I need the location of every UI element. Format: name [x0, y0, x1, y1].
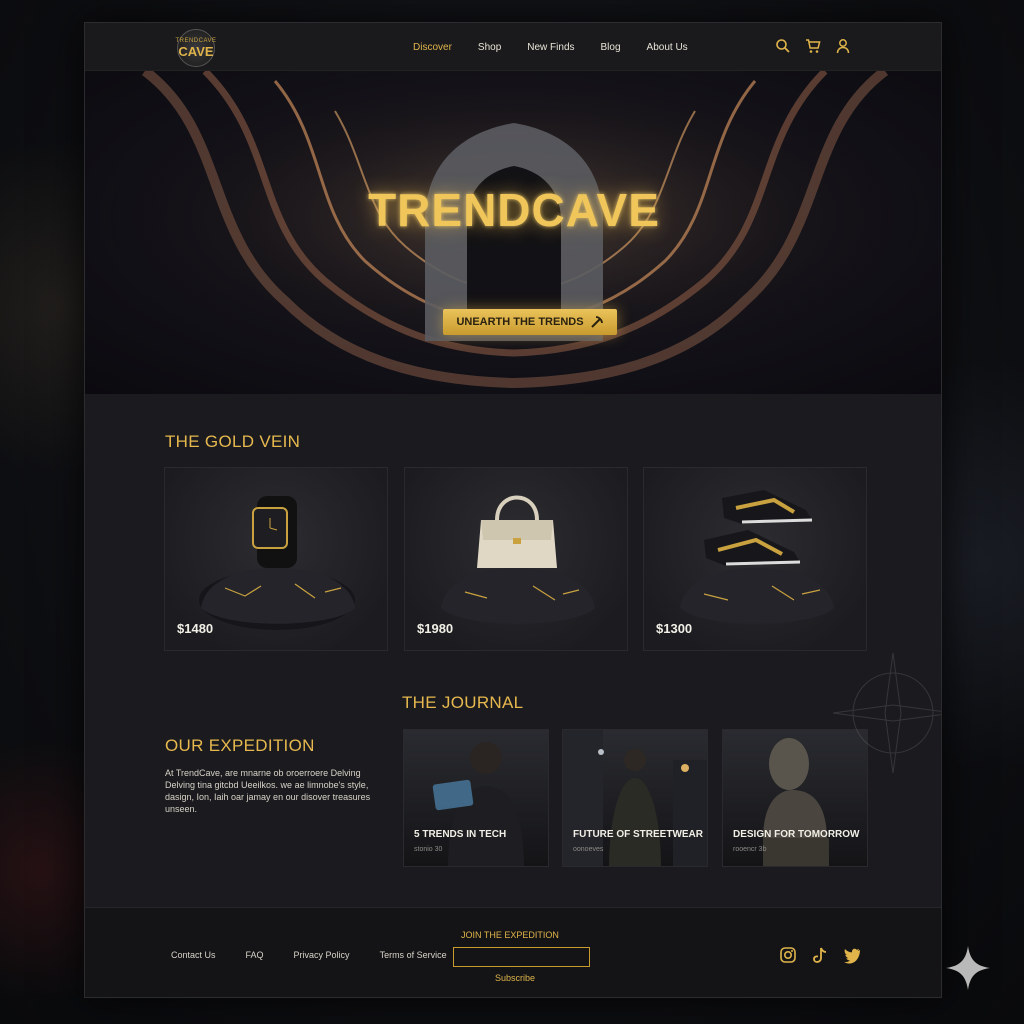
journal-title: THE JOURNAL [402, 693, 524, 712]
sparkle-icon [946, 946, 990, 990]
newsletter-email-input[interactable] [453, 947, 590, 967]
product-card-watch[interactable]: $1480 [164, 467, 388, 651]
main-nav: Discover Shop New Finds Blog About Us [413, 23, 714, 71]
expedition-text: At TrendCave, are mnarne ob oroerroere D… [165, 768, 371, 814]
product-price: $1980 [417, 621, 454, 636]
subscribe-button[interactable]: Subscribe [495, 973, 535, 983]
join-expedition-label: JOIN THE EXPEDITION [461, 930, 559, 940]
article-title: 5 TRENDS IN TECH [414, 829, 507, 840]
hero-banner: TRENDCAVE UNEARTH THE TRENDS [85, 71, 941, 394]
footer-link-privacy[interactable]: Privacy Policy [294, 950, 350, 960]
nav-blog[interactable]: Blog [601, 42, 621, 53]
article-subtitle: rooencr 3b [733, 846, 767, 853]
pickaxe-icon [590, 316, 603, 328]
footer-link-contact[interactable]: Contact Us [171, 950, 216, 960]
nav-shop[interactable]: Shop [478, 42, 501, 53]
hero-cta-label: UNEARTH THE TRENDS [456, 316, 584, 328]
unearth-trends-button[interactable]: UNEARTH THE TRENDS [443, 309, 617, 335]
user-icon[interactable] [835, 38, 851, 54]
article-title: FUTURE OF STREETWEAR [573, 829, 703, 840]
site-footer: Contact Us FAQ Privacy Policy Terms of S… [85, 907, 941, 997]
journal-card-tech[interactable]: 5 TRENDS IN TECH stonio 30 [403, 729, 549, 867]
trendcave-logo[interactable]: TRENDCAVE CAVE [175, 29, 216, 67]
footer-link-faq[interactable]: FAQ [246, 950, 264, 960]
hero-title: TRENDCAVE [368, 184, 660, 236]
article-subtitle: oonoeves [573, 846, 604, 853]
nav-new-finds[interactable]: New Finds [527, 42, 574, 53]
article-subtitle: stonio 30 [414, 846, 443, 853]
gold-vein-title: THE GOLD VEIN [165, 432, 301, 451]
header-icons [775, 38, 851, 54]
expedition-title: OUR EXPEDITION [165, 736, 315, 755]
social-icons [779, 946, 861, 964]
site-header: TRENDCAVE CAVE Discover Shop New Finds B… [85, 23, 941, 71]
twitter-icon[interactable] [843, 946, 861, 964]
compass-decoration [833, 652, 941, 774]
logo-main-text: CAVE [178, 44, 214, 59]
footer-links: Contact Us FAQ Privacy Policy Terms of S… [171, 950, 477, 960]
product-price: $1300 [656, 621, 693, 636]
tiktok-icon[interactable] [811, 946, 829, 964]
product-price: $1480 [177, 621, 214, 636]
article-title: DESIGN FOR TOMORROW [733, 829, 860, 840]
page-frame: TRENDCAVE CAVE Discover Shop New Finds B… [84, 22, 942, 998]
instagram-icon[interactable] [779, 946, 797, 964]
product-card-handbag[interactable]: $1980 [404, 467, 628, 651]
journal-card-streetwear[interactable]: FUTURE OF STREETWEAR oonoeves [562, 729, 708, 867]
footer-link-terms[interactable]: Terms of Service [380, 950, 447, 960]
search-icon[interactable] [775, 38, 791, 54]
nav-discover[interactable]: Discover [413, 42, 452, 53]
nav-about-us[interactable]: About Us [647, 42, 688, 53]
cart-icon[interactable] [805, 38, 821, 54]
